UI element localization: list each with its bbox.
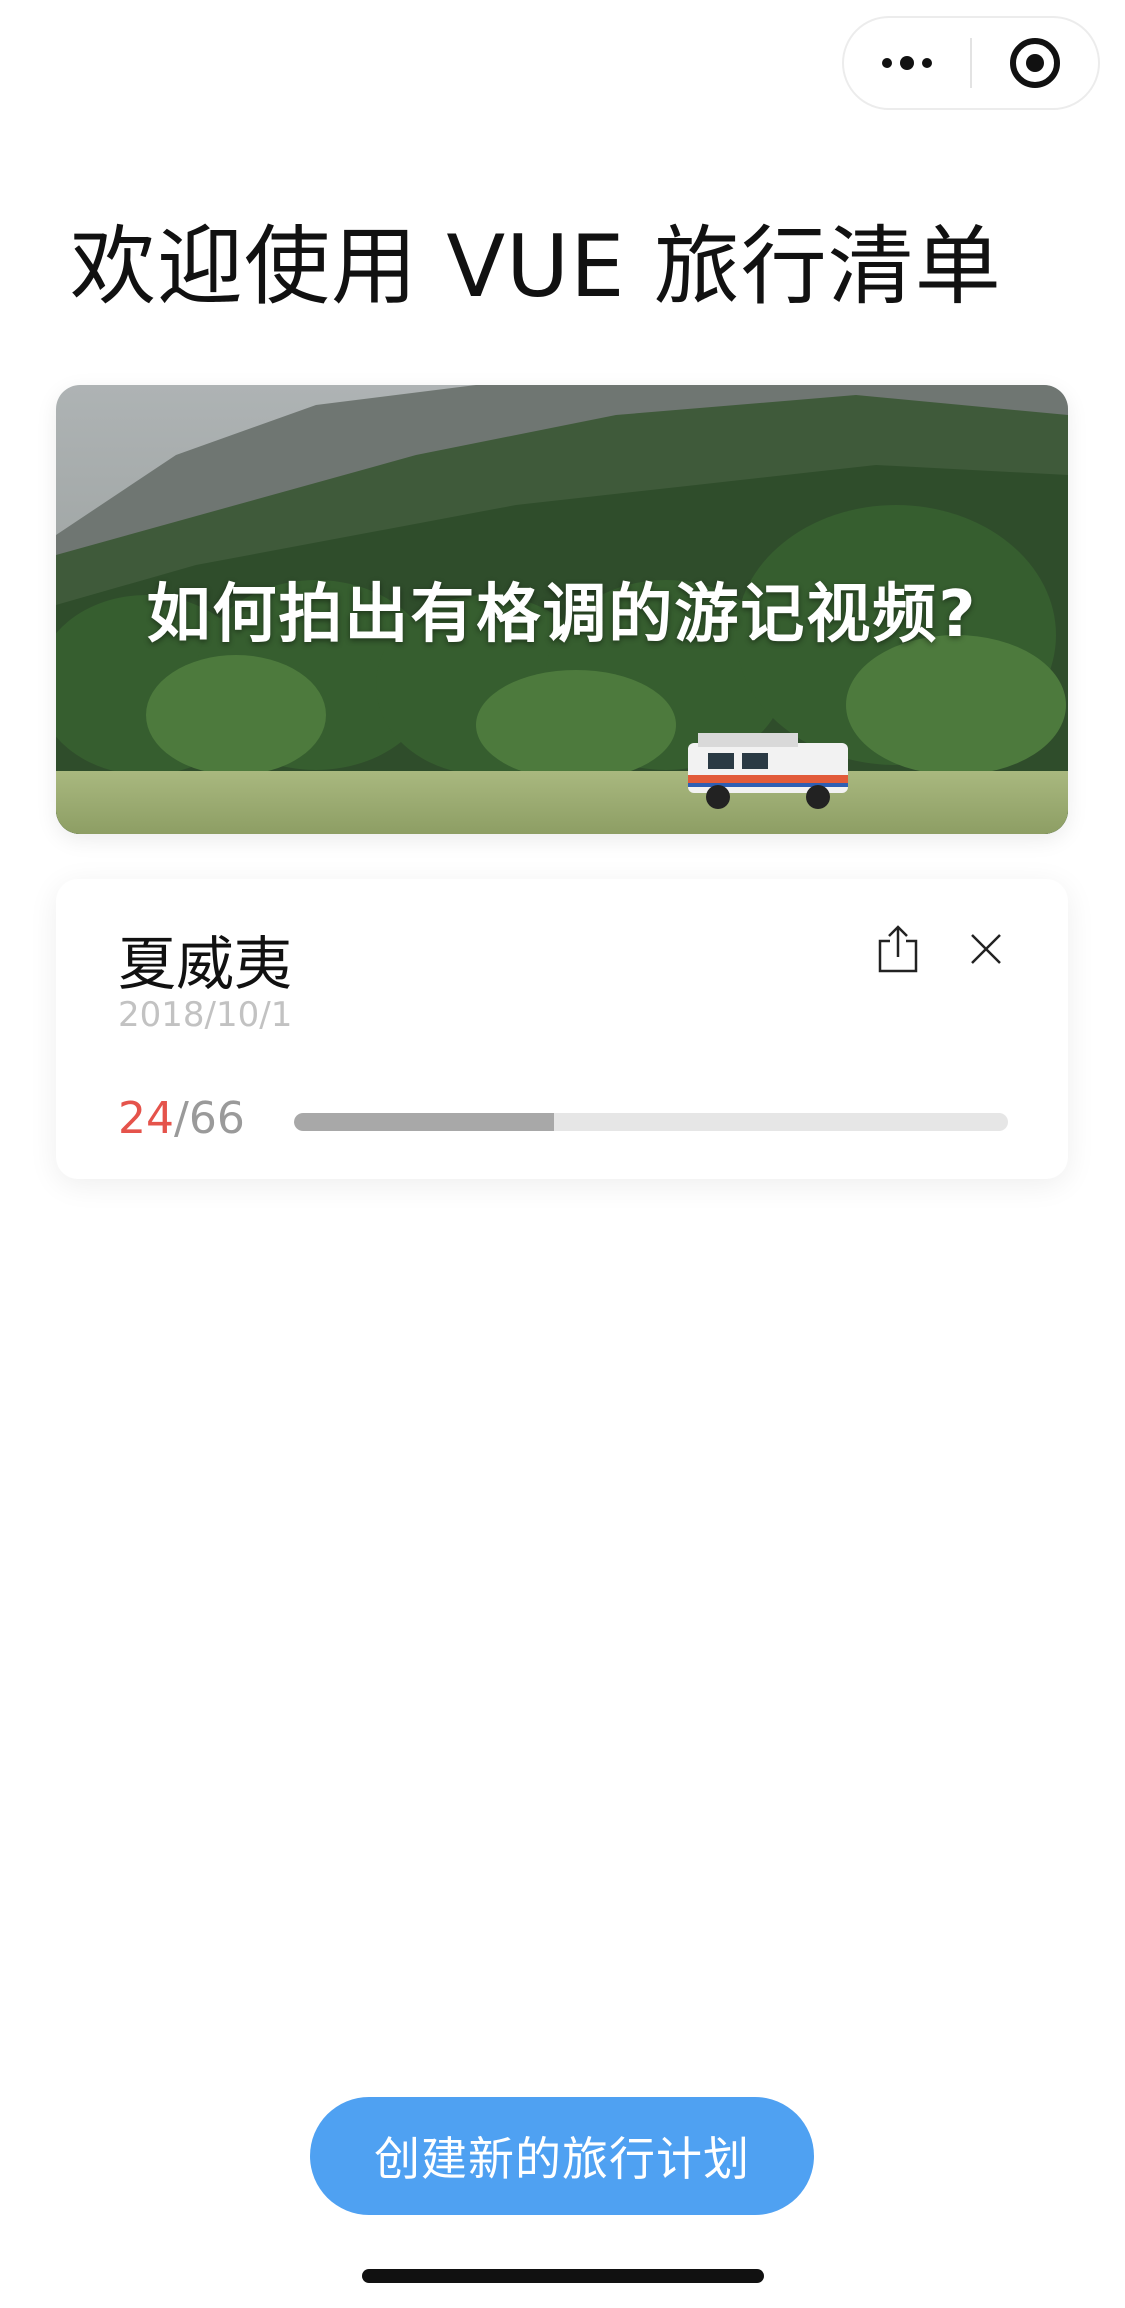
delete-trip-button[interactable]	[956, 919, 1016, 979]
progress-bar	[294, 1113, 1008, 1131]
home-indicator	[362, 2269, 764, 2283]
page-title: 欢迎使用 VUE 旅行清单	[70, 217, 1002, 317]
banner-title: 如何拍出有格调的游记视频?	[146, 578, 978, 652]
trip-card[interactable]: 夏威夷 2018/10/1 24/66	[56, 879, 1068, 1179]
close-icon	[971, 934, 1001, 964]
more-dots-icon	[882, 56, 932, 70]
target-circle-icon	[1009, 38, 1060, 88]
exit-button[interactable]	[972, 18, 1098, 108]
share-icon	[878, 925, 918, 973]
banner[interactable]: 如何拍出有格调的游记视频?	[56, 385, 1068, 834]
miniprogram-capsule	[842, 16, 1100, 110]
share-button[interactable]	[868, 919, 928, 979]
trip-name: 夏威夷	[118, 930, 293, 998]
more-button[interactable]	[844, 18, 970, 108]
trip-date: 2018/10/1	[118, 995, 293, 1035]
checked-count: 24	[118, 1093, 174, 1144]
progress-count: 24/66	[118, 1093, 245, 1144]
progress-bar-fill	[294, 1113, 554, 1131]
total-count: 66	[188, 1093, 245, 1144]
count-separator: /	[174, 1093, 189, 1144]
create-trip-button[interactable]: 创建新的旅行计划	[310, 2097, 814, 2215]
